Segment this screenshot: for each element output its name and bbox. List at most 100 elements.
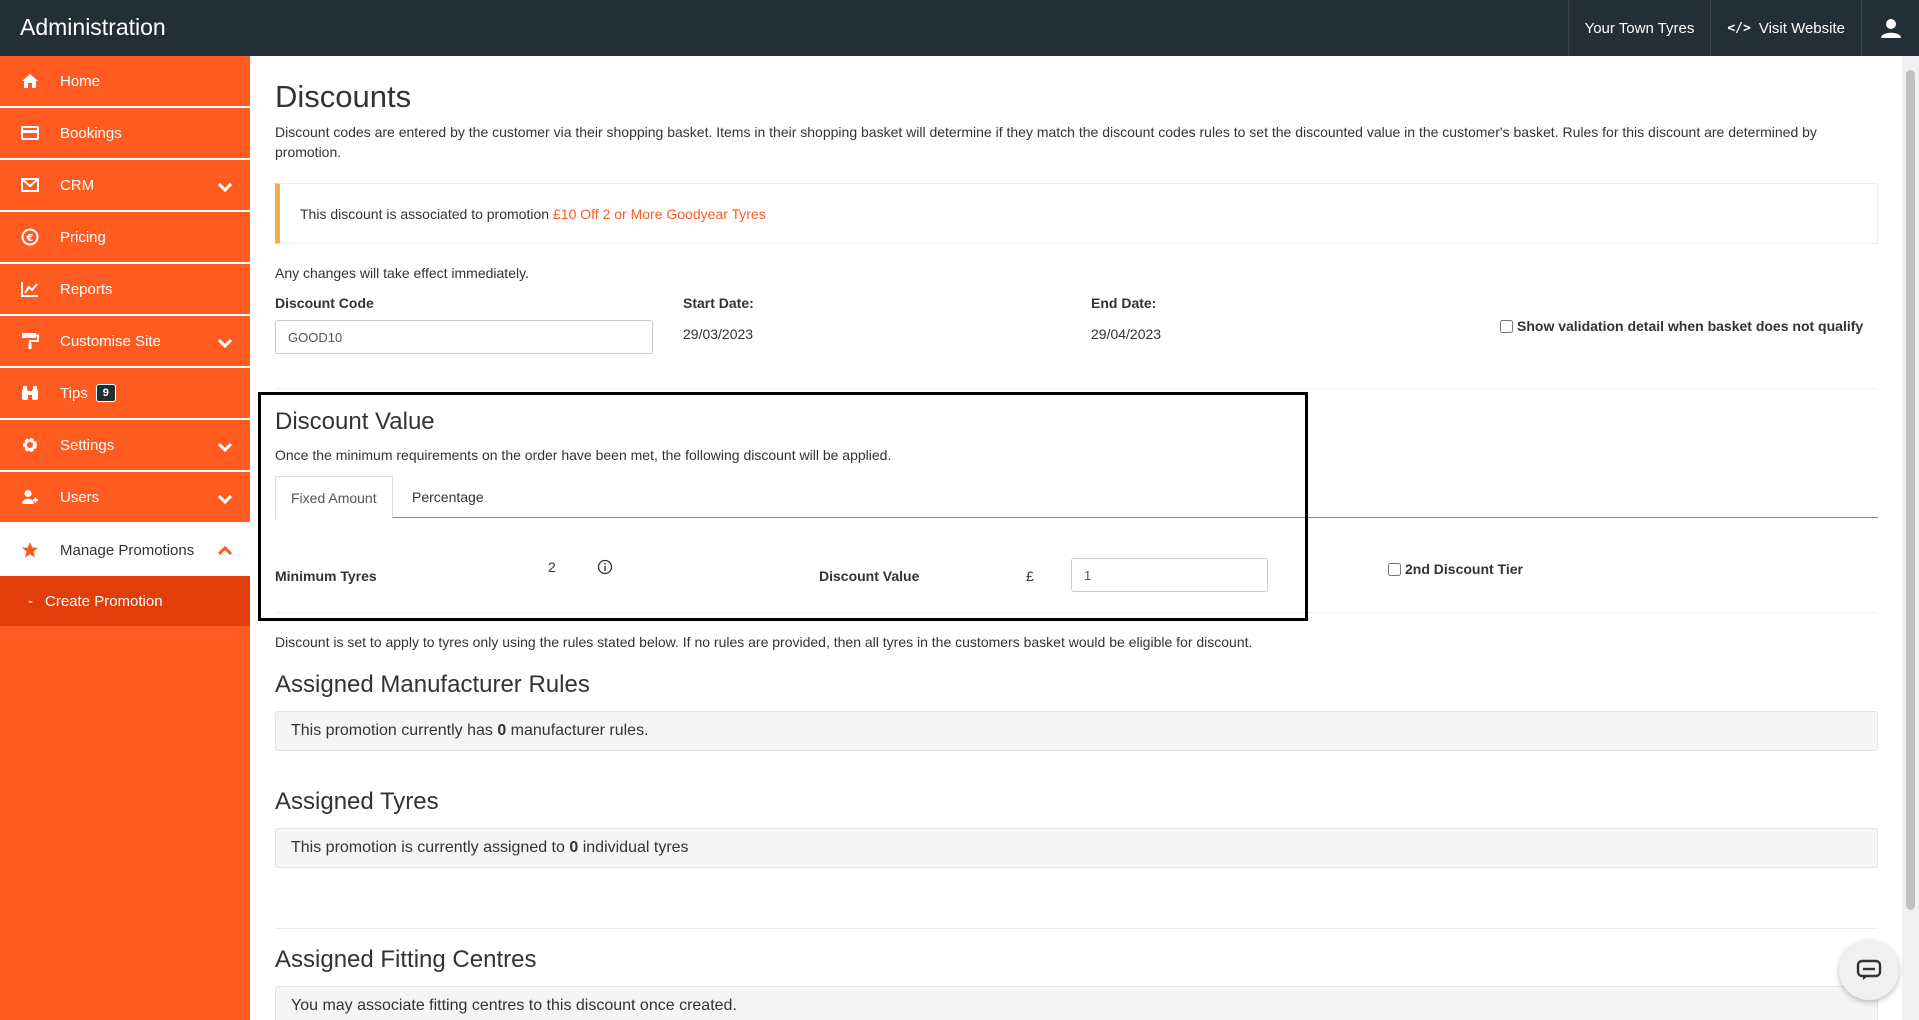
summary-count: 0 [569,839,579,856]
sidebar-item-label: Customise Site [60,332,161,350]
discount-value-title: Discount Value [275,408,435,435]
discount-code-label: Discount Code [275,295,374,311]
top-navbar: Administration Your Town Tyres </> Visit… [0,0,1919,56]
second-tier-checkbox[interactable] [1388,562,1401,576]
end-date-label: End Date: [1091,295,1157,311]
sidebar-item-label: Manage Promotions [60,541,195,559]
sidebar-item-label: Bookings [60,124,122,142]
account-link[interactable]: Your Town Tyres [1567,0,1711,56]
end-date-value: 29/04/2023 [1091,326,1162,342]
apply-note: Discount is set to apply to tyres only u… [275,634,1253,650]
sidebar-item-label: Settings [60,436,115,454]
page-title: Discounts [275,79,412,114]
minimum-tyres-label: Minimum Tyres [275,568,377,584]
svg-text:€: € [26,233,34,244]
divider [275,612,1878,613]
user-menu-button[interactable] [1861,0,1919,56]
sidebar-item-crm[interactable]: CRM [0,160,250,212]
user-icon [1880,19,1901,38]
top-nav-right: Your Town Tyres </> Visit Website [1567,0,1919,56]
second-tier-label: 2nd Discount Tier [1405,561,1523,577]
scrollbar-thumb[interactable] [1906,70,1915,910]
sidebar-item-customise-site[interactable]: Customise Site [0,316,250,368]
sidebar-item-label: Home [60,72,101,90]
sidebar-item-manage-promotions[interactable]: Manage Promotions [0,524,250,576]
brand-title[interactable]: Administration [20,14,166,41]
minimum-tyres-value: 2 [548,559,556,575]
star-icon [20,540,40,560]
promotion-link[interactable]: £10 Off 2 or More Goodyear Tyres [553,206,766,222]
discount-value-description: Once the minimum requirements on the ord… [275,447,892,463]
discount-value-label: Discount Value [819,568,920,584]
summary-pre: This promotion currently has [291,722,493,739]
manufacturer-rules-title: Assigned Manufacturer Rules [275,671,590,698]
paint-roller-icon [20,331,40,351]
dash-marker: - [28,592,33,610]
chevron-down-icon [217,491,233,508]
chart-icon [20,279,40,299]
page-scrollbar[interactable] [1902,56,1919,1020]
chat-widget-button[interactable] [1839,940,1899,1000]
summary-post: individual tyres [582,839,689,856]
summary-pre: This promotion is currently assigned to [291,839,565,856]
sidebar-item-label: Tips [60,384,88,402]
summary-post: manufacturer rules. [510,722,649,739]
promotion-alert: This discount is associated to promotion… [275,183,1878,244]
tab-fixed-amount[interactable]: Fixed Amount [275,476,393,519]
sidebar-item-label: Users [60,488,100,506]
sidebar-item-home[interactable]: Home [0,56,250,108]
euro-icon: € [20,227,40,247]
info-icon[interactable] [597,559,613,578]
divider [275,928,1878,929]
assigned-tyres-summary: This promotion is currently assigned to … [275,828,1878,868]
chevron-down-icon [217,439,233,456]
tab-percentage[interactable]: Percentage [397,476,499,518]
second-tier-option[interactable]: 2nd Discount Tier [1388,561,1523,577]
sidebar-subitem-label: Create Promotion [45,592,163,610]
chevron-up-icon [217,543,233,560]
sidebar: Home Bookings CRM € Pricing Reports Cust… [0,56,250,1020]
sidebar-item-label: Reports [60,280,113,298]
manufacturer-rules-summary: This promotion currently has 0 manufactu… [275,711,1878,751]
validation-detail-checkbox[interactable] [1500,319,1513,333]
chat-icon [1856,959,1882,980]
discount-code-input[interactable] [275,320,653,354]
divider [275,388,1878,389]
discount-type-tabs: Fixed Amount Percentage [275,476,1878,519]
gear-icon [20,435,40,455]
tips-count-badge: 9 [95,384,116,402]
fitting-centres-text: You may associate fitting centres to thi… [291,997,737,1014]
main-content: Discounts Discount codes are entered by … [250,56,1902,1020]
sidebar-item-tips[interactable]: Tips 9 [0,368,250,420]
changes-note: Any changes will take effect immediately… [275,265,529,281]
start-date-value: 29/03/2023 [683,326,754,342]
fitting-centres-title: Assigned Fitting Centres [275,946,537,973]
currency-symbol: £ [1026,568,1034,584]
sidebar-item-pricing[interactable]: € Pricing [0,212,250,264]
sidebar-item-settings[interactable]: Settings [0,420,250,472]
sidebar-item-label: Pricing [60,228,106,246]
sidebar-item-bookings[interactable]: Bookings [0,108,250,160]
sidebar-item-label: CRM [60,176,95,194]
card-icon [20,123,40,143]
home-icon [20,71,40,91]
fitting-centres-summary: You may associate fitting centres to thi… [275,986,1878,1020]
sidebar-item-reports[interactable]: Reports [0,264,250,316]
user-icon [20,487,40,507]
alert-text: This discount is associated to promotion [300,205,550,222]
envelope-icon [20,175,40,195]
sidebar-subitem-create-promotion[interactable]: - Create Promotion [0,576,250,626]
start-date-label: Start Date: [683,295,754,311]
summary-count: 0 [497,722,507,739]
intro-text: Discount codes are entered by the custom… [275,124,1817,160]
validation-detail-option[interactable]: Show validation detail when basket does … [1500,318,1863,334]
assigned-tyres-title: Assigned Tyres [275,788,439,815]
chevron-down-icon [217,335,233,352]
visit-website-link[interactable]: </> Visit Website [1710,0,1861,56]
discount-value-input[interactable] [1071,558,1268,592]
sidebar-item-users[interactable]: Users [0,472,250,524]
validation-detail-label: Show validation detail when basket does … [1517,318,1864,334]
chevron-down-icon [217,179,233,196]
binoculars-icon [20,383,40,403]
code-icon: </> [1727,20,1751,36]
